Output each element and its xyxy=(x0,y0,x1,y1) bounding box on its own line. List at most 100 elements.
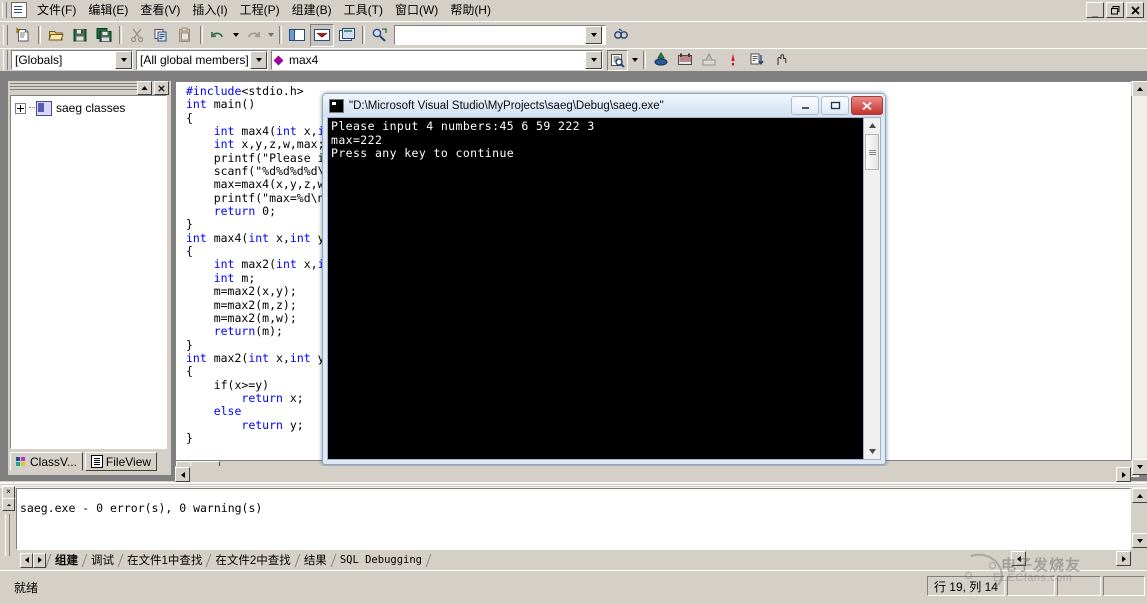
undo-icon[interactable] xyxy=(207,25,229,46)
classview-icon xyxy=(16,457,27,467)
output-tab-debug[interactable]: 调试 xyxy=(85,552,120,568)
tab-classview-label: ClassV... xyxy=(30,455,77,469)
document-system-icon[interactable] xyxy=(11,2,27,18)
output-hscroll-left-icon[interactable] xyxy=(1011,551,1026,566)
compile-icon[interactable] xyxy=(650,50,672,71)
tab-first-icon[interactable] xyxy=(20,553,33,568)
restore-icon[interactable] xyxy=(1106,2,1124,18)
symbol-dropdown-arrow[interactable] xyxy=(585,51,602,69)
mdi-scroll-up-icon[interactable] xyxy=(1132,81,1147,97)
toolbar-separator xyxy=(38,26,41,44)
output-scroll-up-icon[interactable] xyxy=(2,498,15,511)
execute-program-icon[interactable] xyxy=(722,50,744,71)
menu-help[interactable]: 帮助(H) xyxy=(444,1,497,19)
console-scroll-up-icon[interactable] xyxy=(864,118,880,133)
watch-toggle-icon[interactable] xyxy=(336,25,358,46)
insert-breakpoint-icon[interactable] xyxy=(770,50,792,71)
menu-file[interactable]: 文件(F) xyxy=(31,1,82,19)
tab-prev-icon[interactable] xyxy=(33,553,46,568)
scope-dropdown-arrow[interactable] xyxy=(115,51,132,69)
menu-window[interactable]: 窗口(W) xyxy=(389,1,444,19)
console-body[interactable]: Please input 4 numbers:45 6 59 222 3 max… xyxy=(327,117,881,460)
symbol-combo[interactable]: max4 xyxy=(271,50,603,70)
workspace-toggle-icon[interactable] xyxy=(286,25,308,46)
workspace-close-icon[interactable] xyxy=(154,81,169,95)
mdi-vscroll-track[interactable] xyxy=(1131,96,1147,460)
tabstrip-nav[interactable] xyxy=(20,553,46,568)
menu-project[interactable]: 工程(P) xyxy=(234,1,286,19)
expand-icon[interactable] xyxy=(15,103,26,114)
save-all-icon[interactable] xyxy=(93,25,115,46)
output-vscroll-down-icon[interactable] xyxy=(1132,533,1147,548)
find-in-files-icon[interactable] xyxy=(369,25,391,46)
console-scroll-down-icon[interactable] xyxy=(864,444,880,459)
output-vscroll-up-icon[interactable] xyxy=(1132,488,1147,503)
output-toggle-icon[interactable] xyxy=(310,24,334,47)
undo-dropdown-arrow[interactable] xyxy=(230,29,241,42)
status-position: 行 19, 列 14 xyxy=(927,576,1005,596)
stop-build-icon[interactable] xyxy=(698,50,720,71)
go-debug-icon[interactable] xyxy=(746,50,768,71)
output-hscroll-right-icon[interactable] xyxy=(1116,551,1131,566)
scope-combo[interactable]: [Globals] xyxy=(11,50,133,70)
workspace-minimize-icon[interactable] xyxy=(137,81,152,95)
open-icon[interactable] xyxy=(45,25,67,46)
menu-build[interactable]: 组建(B) xyxy=(286,1,338,19)
output-horizontal-scrollbar[interactable] xyxy=(1011,551,1131,566)
goto-definition-icon[interactable] xyxy=(607,50,628,71)
workspace-pane: saeg classes ClassV... FileView xyxy=(8,81,171,475)
find-combo[interactable] xyxy=(394,25,606,45)
mdi-scroll-left-icon[interactable] xyxy=(175,467,190,482)
menu-insert[interactable]: 插入(I) xyxy=(186,1,233,19)
cut-icon[interactable] xyxy=(126,25,148,46)
console-close-icon[interactable] xyxy=(851,96,883,115)
members-dropdown-arrow[interactable] xyxy=(250,51,267,69)
output-tab-sql[interactable]: SQL Debugging xyxy=(334,554,428,566)
class-view-tree[interactable]: saeg classes xyxy=(10,95,167,449)
console-window[interactable]: "D:\Microsoft Visual Studio\MyProjects\s… xyxy=(322,93,886,465)
mdi-horizontal-scrollbar[interactable] xyxy=(175,466,1131,481)
console-minimize-icon[interactable] xyxy=(791,96,819,115)
member-function-icon xyxy=(274,55,284,65)
find-input[interactable] xyxy=(395,28,585,43)
save-icon[interactable] xyxy=(69,25,91,46)
tab-classview[interactable]: ClassV... xyxy=(10,452,83,471)
paste-icon[interactable] xyxy=(174,25,196,46)
menu-edit[interactable]: 编辑(E) xyxy=(82,1,134,19)
workspace-titlebar-grip xyxy=(10,83,137,91)
output-tab-results[interactable]: 结果 xyxy=(298,552,333,568)
output-vertical-scrollbar[interactable] xyxy=(1132,488,1147,548)
mdi-scroll-down-icon[interactable] xyxy=(1132,459,1147,475)
minimize-icon[interactable]: _ xyxy=(1086,2,1104,18)
redo-icon[interactable] xyxy=(242,25,264,46)
toolbar-grip[interactable] xyxy=(3,25,8,45)
find-next-icon[interactable] xyxy=(610,25,632,46)
find-dropdown-arrow[interactable] xyxy=(585,26,602,44)
redo-dropdown-arrow[interactable] xyxy=(265,29,276,42)
build-icon[interactable] xyxy=(674,50,696,71)
console-output-text: Please input 4 numbers:45 6 59 222 3 max… xyxy=(328,118,863,459)
close-icon[interactable] xyxy=(1126,2,1144,18)
menu-tools[interactable]: 工具(T) xyxy=(338,1,389,19)
menubar-grip[interactable] xyxy=(2,2,7,18)
output-text-area[interactable]: saeg.exe - 0 error(s), 0 warning(s) xyxy=(16,488,1131,550)
wizardbar-grip[interactable] xyxy=(3,50,8,70)
console-vertical-scrollbar[interactable] xyxy=(863,118,880,459)
new-text-file-icon[interactable] xyxy=(12,25,34,46)
members-combo[interactable]: [All global members] xyxy=(136,50,268,70)
output-tab-find1[interactable]: 在文件1中查找 xyxy=(121,552,208,568)
wizard-bar: [Globals] [All global members] max4 xyxy=(0,48,1147,71)
output-tab-build[interactable]: 组建 xyxy=(49,552,84,568)
goto-dropdown-arrow[interactable] xyxy=(629,54,640,67)
tree-item-saeg-classes[interactable]: saeg classes xyxy=(15,100,166,116)
mdi-scroll-right-icon[interactable] xyxy=(1116,467,1131,482)
tab-fileview[interactable]: FileView xyxy=(85,452,157,471)
copy-icon[interactable] xyxy=(150,25,172,46)
menu-view[interactable]: 查看(V) xyxy=(134,1,186,19)
mdi-vertical-scrollbar[interactable] xyxy=(1131,81,1147,475)
console-maximize-icon[interactable] xyxy=(821,96,849,115)
console-titlebar[interactable]: "D:\Microsoft Visual Studio\MyProjects\s… xyxy=(323,94,885,117)
workspace-pane-buttons xyxy=(137,81,169,95)
console-scroll-thumb[interactable] xyxy=(865,134,879,170)
output-tab-find2[interactable]: 在文件2中查找 xyxy=(209,552,296,568)
